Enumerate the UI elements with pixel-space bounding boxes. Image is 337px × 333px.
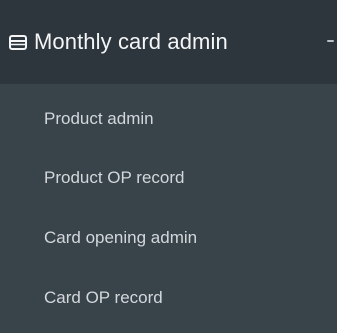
menu-group-title: Monthly card admin [34,29,228,54]
sidebar-menu: Monthly card admin Product admin Product… [0,0,337,333]
menu-item-product-op-record[interactable]: Product OP record [0,148,337,208]
menu-group-monthly-card-admin[interactable]: Monthly card admin [0,0,337,84]
menu-item-product-admin[interactable]: Product admin [0,84,337,148]
submenu-list: Product admin Product OP record Card ope… [0,84,337,333]
menu-item-card-op-record[interactable]: Card OP record [0,268,337,328]
collapse-icon[interactable] [327,31,337,51]
menu-item-card-opening-admin[interactable]: Card opening admin [0,208,337,268]
card-icon [8,34,28,51]
